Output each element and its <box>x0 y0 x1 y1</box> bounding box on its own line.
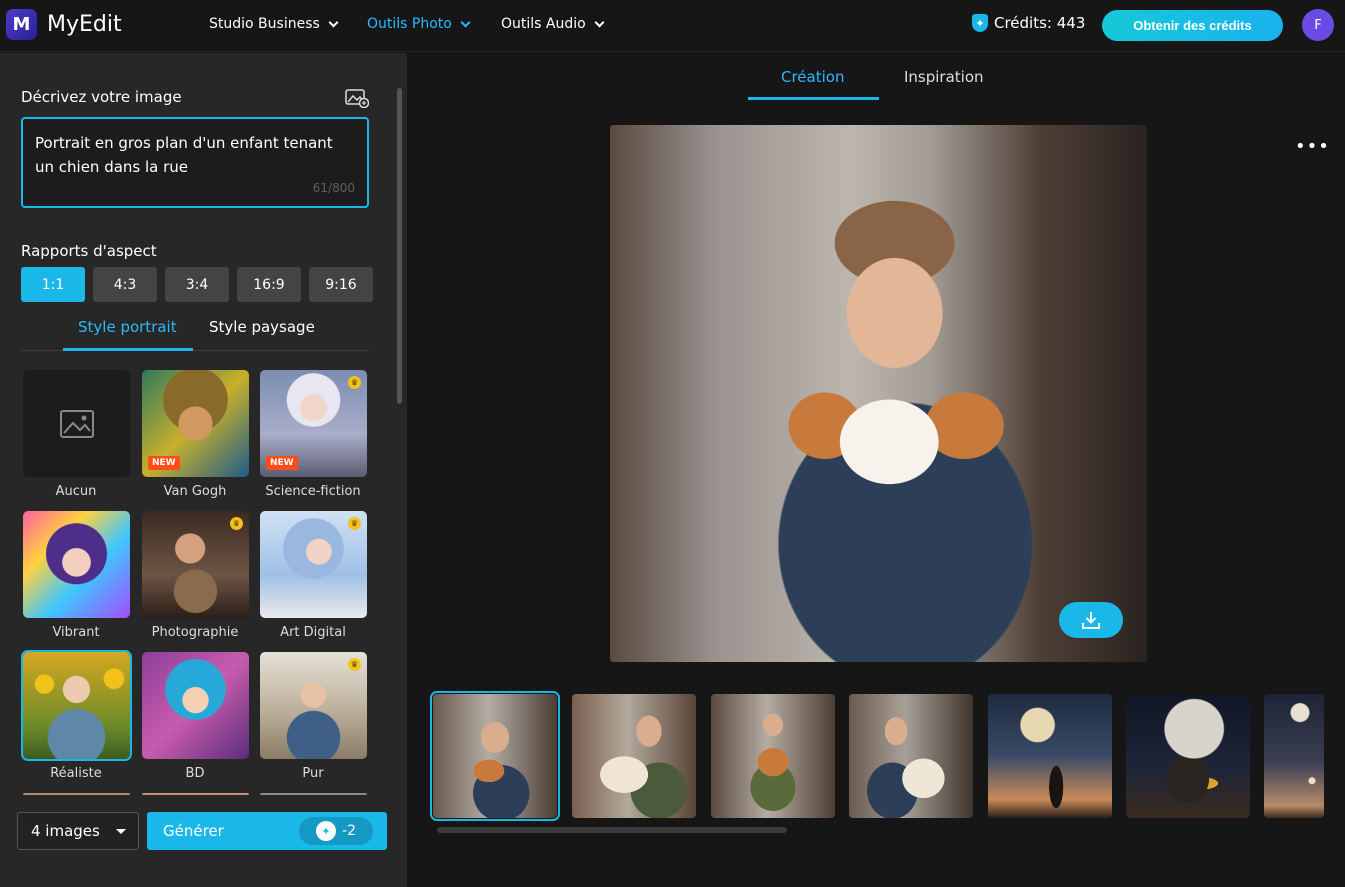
more-options-icon[interactable]: ••• <box>1295 136 1330 157</box>
credits-display: ✦ Crédits: 443 <box>972 14 1085 32</box>
main-tab-indicator <box>748 97 879 100</box>
download-icon <box>1082 612 1100 629</box>
result-thumb[interactable] <box>1264 694 1324 818</box>
style-science-fiction[interactable]: ♛ NEW <box>260 370 367 477</box>
style-caption: Réaliste <box>50 766 102 781</box>
result-thumb[interactable] <box>988 694 1112 818</box>
style-caption: Pur <box>302 766 324 781</box>
style-realiste[interactable] <box>21 650 132 761</box>
image-upload-icon[interactable] <box>345 88 369 108</box>
generated-image <box>610 125 1147 662</box>
tab-style-portrait[interactable]: Style portrait <box>78 318 177 336</box>
generate-cost: ✦ -2 <box>299 817 373 845</box>
result-thumb[interactable] <box>711 694 835 818</box>
ratio-9-16[interactable]: 9:16 <box>309 267 373 302</box>
style-van-gogh[interactable]: NEW <box>142 370 249 477</box>
nav-label: Outils Photo <box>367 16 452 32</box>
chevron-down-icon <box>328 17 339 27</box>
result-thumb[interactable] <box>849 694 973 818</box>
describe-label: Décrivez votre image <box>21 88 182 106</box>
style-caption: Photographie <box>151 625 239 640</box>
crown-icon: ♛ <box>348 658 361 671</box>
result-thumb[interactable] <box>572 694 696 818</box>
dropdown-arrow-icon <box>116 829 126 834</box>
style-caption: BD <box>185 766 205 781</box>
style-caption: Vibrant <box>52 625 100 640</box>
crown-icon: ♛ <box>230 517 243 530</box>
nav-outils-audio[interactable]: Outils Audio <box>501 16 605 32</box>
result-thumb[interactable] <box>430 691 560 821</box>
tab-creation[interactable]: Création <box>781 68 844 86</box>
style-photographie[interactable]: ♛ <box>142 511 249 618</box>
prompt-char-counter: 61/800 <box>312 181 355 195</box>
nav-studio-business[interactable]: Studio Business <box>209 16 339 32</box>
tab-inspiration[interactable]: Inspiration <box>904 68 984 86</box>
nav-label: Outils Audio <box>501 16 586 32</box>
nav-outils-photo[interactable]: Outils Photo <box>367 16 471 32</box>
sidebar-scrollbar[interactable] <box>397 88 402 404</box>
new-badge: NEW <box>148 456 180 470</box>
credit-icon: ✦ <box>316 821 337 841</box>
crown-icon: ♛ <box>348 376 361 389</box>
ratio-16-9[interactable]: 16:9 <box>237 267 301 302</box>
ratio-4-3[interactable]: 4:3 <box>93 267 157 302</box>
image-count-select[interactable]: 4 images <box>17 812 139 850</box>
generate-cost-value: -2 <box>342 823 356 839</box>
prompt-text: Portrait en gros plan d'un enfant tenant… <box>35 134 333 176</box>
prompt-textarea[interactable]: Portrait en gros plan d'un enfant tenant… <box>21 117 369 208</box>
credits-label: Crédits: 443 <box>994 14 1086 32</box>
new-badge: NEW <box>266 456 298 470</box>
style-caption: Van Gogh <box>163 484 227 499</box>
image-placeholder-icon <box>59 409 94 438</box>
top-bar: M MyEdit Studio Business Outils Photo Ou… <box>0 0 1345 52</box>
style-bd[interactable] <box>142 652 249 759</box>
image-count-value: 4 images <box>31 822 100 840</box>
tab-indicator <box>63 348 193 351</box>
download-button[interactable] <box>1059 602 1123 638</box>
style-aucun[interactable] <box>23 370 130 477</box>
thumbnail-scrollbar[interactable] <box>437 827 787 833</box>
style-caption: Science-fiction <box>265 484 361 499</box>
style-caption: Aucun <box>55 484 97 499</box>
style-caption: Art Digital <box>280 625 346 640</box>
style-art-digital[interactable]: ♛ <box>260 511 367 618</box>
ratio-3-4[interactable]: 3:4 <box>165 267 229 302</box>
app-name: MyEdit <box>47 12 122 37</box>
result-thumb[interactable] <box>1126 694 1250 818</box>
aspect-label: Rapports d'aspect <box>21 242 157 260</box>
generate-label: Générer <box>163 822 224 840</box>
nav-label: Studio Business <box>209 16 320 32</box>
avatar[interactable]: F <box>1302 9 1334 41</box>
crown-icon: ♛ <box>348 517 361 530</box>
generate-button[interactable]: Générer ✦ -2 <box>147 812 387 850</box>
tab-style-paysage[interactable]: Style paysage <box>209 318 315 336</box>
app-logo[interactable]: M MyEdit <box>6 9 122 40</box>
style-vibrant[interactable] <box>23 511 130 618</box>
ratio-1-1[interactable]: 1:1 <box>21 267 85 302</box>
style-pur[interactable]: ♛ <box>260 652 367 759</box>
get-credits-button[interactable]: Obtenir des crédits <box>1102 10 1283 41</box>
chevron-down-icon <box>460 17 471 27</box>
credit-icon: ✦ <box>972 14 988 32</box>
myedit-logo-icon: M <box>6 9 37 40</box>
chevron-down-icon <box>594 17 605 27</box>
